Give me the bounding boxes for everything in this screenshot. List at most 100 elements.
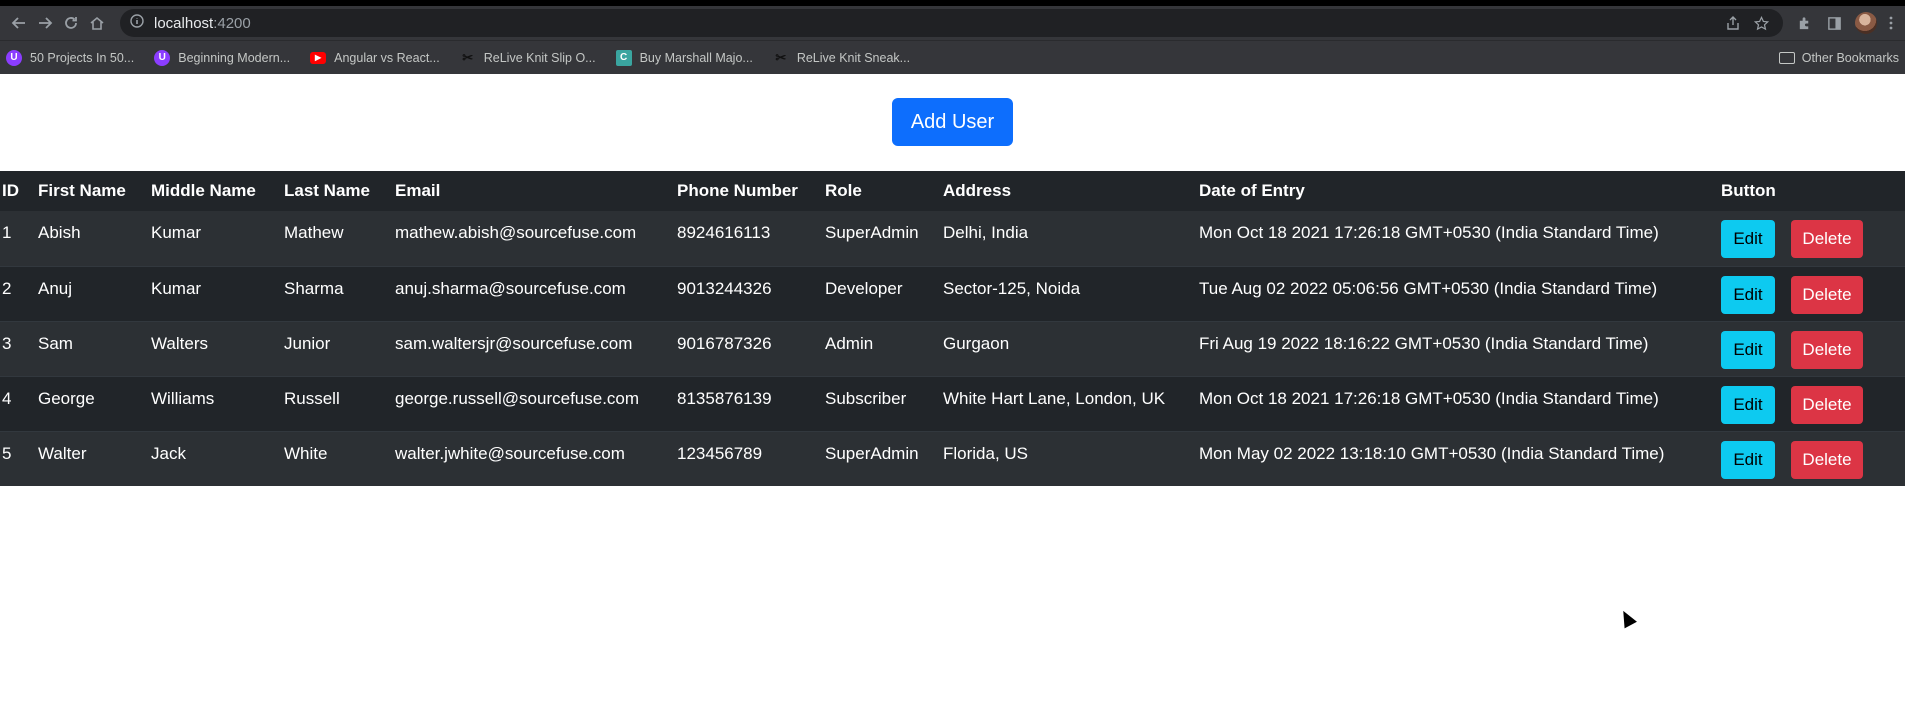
add-user-button[interactable]: Add User: [891, 98, 1014, 146]
header-date-of-entry: Date of Entry: [1199, 181, 1305, 200]
page-content: Add User ID First Name Middle Name Last …: [0, 74, 1905, 708]
site-info-icon[interactable]: [130, 14, 144, 32]
header-address: Address: [943, 181, 1012, 200]
back-arrow-icon[interactable]: [6, 10, 32, 36]
side-panel-icon[interactable]: [1819, 10, 1849, 36]
youtube-icon: ▶: [310, 51, 327, 64]
bookmark-label: ReLive Knit Sneak...: [796, 50, 911, 65]
menu-kebab-icon[interactable]: [1883, 10, 1899, 36]
cell-email: sam.waltersjr@sourcefuse.com: [393, 320, 675, 376]
bookmarks-bar: U 50 Projects In 50... U Beginning Moder…: [0, 40, 1905, 74]
cell-address: White Hart Lane, London, UK: [941, 375, 1197, 431]
cell-middle-name: Kumar: [151, 223, 202, 242]
users-table: ID First Name Middle Name Last Name Emai…: [0, 171, 1905, 486]
bookmark-label: Buy Marshall Majo...: [639, 50, 753, 65]
delete-button[interactable]: Delete: [1791, 220, 1863, 258]
profile-avatar[interactable]: [1855, 12, 1877, 34]
edit-button[interactable]: Edit: [1721, 275, 1775, 314]
other-bookmarks[interactable]: Other Bookmarks: [1778, 50, 1899, 65]
edit-button[interactable]: Edit: [1721, 440, 1775, 479]
edit-button[interactable]: Edit: [1721, 220, 1775, 258]
share-icon[interactable]: [1721, 11, 1745, 35]
cell-date: Mon Oct 18 2021 17:26:18 GMT+0530 (India…: [1199, 223, 1659, 242]
cell-email: walter.jwhite@sourcefuse.com: [393, 430, 675, 486]
cell-phone: 9016787326: [675, 320, 823, 376]
url-port: :4200: [213, 14, 251, 32]
cell-buttons: Edit Delete: [1719, 375, 1905, 431]
folder-icon: [1778, 51, 1795, 64]
cell-phone: 9013244326: [675, 265, 823, 321]
cell-id: 2: [0, 265, 36, 321]
cell-date: Mon May 02 2022 13:18:10 GMT+0530 (India…: [1197, 430, 1719, 486]
cell-last-name: Russell: [282, 375, 393, 431]
cell-buttons: Edit Delete: [1719, 430, 1905, 486]
delete-button[interactable]: Delete: [1791, 275, 1863, 314]
table-row: 2 Anuj Kumar Sharma anuj.sharma@sourcefu…: [0, 265, 1905, 321]
cell-first-name: Sam: [36, 320, 149, 376]
header-role: Role: [825, 181, 862, 200]
cell-buttons: Edit Delete: [1719, 211, 1905, 266]
bookmark-item[interactable]: ✂ ReLive Knit Slip O...: [460, 49, 596, 66]
add-user-container: Add User: [0, 74, 1905, 171]
url-host: localhost: [154, 14, 214, 32]
cell-role: Admin: [823, 320, 941, 376]
cell-date: Mon Oct 18 2021 17:26:18 GMT+0530 (India…: [1197, 375, 1719, 431]
browser-toolbar: localhost:4200: [0, 6, 1905, 40]
cell-email: anuj.sharma@sourcefuse.com: [393, 265, 675, 321]
header-first-name: First Name: [38, 181, 126, 200]
table-header-row: ID First Name Middle Name Last Name Emai…: [0, 171, 1905, 211]
reload-icon[interactable]: [58, 10, 84, 36]
cell-email: mathew.abish@sourcefuse.com: [395, 223, 637, 242]
bookmark-star-icon[interactable]: [1749, 11, 1773, 35]
header-button: Button: [1721, 181, 1776, 200]
bookmark-favicon-icon: ✂: [462, 49, 474, 65]
cell-address: Florida, US: [941, 430, 1197, 486]
cell-id: 5: [0, 430, 36, 486]
cell-last-name: Sharma: [282, 265, 393, 321]
cell-address: Sector-125, Noida: [941, 265, 1197, 321]
cell-middle-name: Williams: [149, 375, 282, 431]
cell-phone: 123456789: [675, 430, 823, 486]
cell-id: 1: [2, 223, 12, 242]
cell-role: SuperAdmin: [823, 430, 941, 486]
header-email: Email: [395, 181, 441, 200]
cell-middle-name: Kumar: [149, 265, 282, 321]
header-phone-number: Phone Number: [677, 181, 798, 200]
mouse-cursor-icon: [1617, 607, 1637, 629]
table-row: 3 Sam Walters Junior sam.waltersjr@sourc…: [0, 320, 1905, 376]
bookmark-item[interactable]: ▶ Angular vs React...: [310, 51, 440, 65]
bookmark-label: Beginning Modern...: [178, 50, 291, 65]
cell-date: Fri Aug 19 2022 18:16:22 GMT+0530 (India…: [1197, 320, 1719, 376]
delete-button[interactable]: Delete: [1791, 330, 1863, 369]
cell-first-name: Walter: [36, 430, 149, 486]
cell-id: 3: [0, 320, 36, 376]
cell-phone: 8924616113: [677, 223, 771, 242]
cell-role: SuperAdmin: [825, 223, 919, 242]
forward-arrow-icon[interactable]: [32, 10, 58, 36]
other-bookmarks-label: Other Bookmarks: [1801, 50, 1899, 65]
delete-button[interactable]: Delete: [1791, 440, 1863, 479]
cell-first-name: George: [36, 375, 149, 431]
bookmark-favicon-icon: U: [6, 49, 22, 66]
bookmark-favicon-icon: C: [615, 49, 632, 66]
cell-buttons: Edit Delete: [1719, 265, 1905, 321]
delete-button[interactable]: Delete: [1791, 385, 1863, 424]
home-icon[interactable]: [84, 10, 110, 36]
edit-button[interactable]: Edit: [1721, 385, 1775, 424]
cell-date: Tue Aug 02 2022 05:06:56 GMT+0530 (India…: [1197, 265, 1719, 321]
cell-role: Developer: [823, 265, 941, 321]
bookmark-label: ReLive Knit Slip O...: [483, 50, 596, 65]
address-bar[interactable]: localhost:4200: [120, 9, 1783, 37]
header-id: ID: [2, 181, 19, 200]
table-row: 1 Abish Kumar Mathew mathew.abish@source…: [0, 211, 1905, 266]
bookmark-item[interactable]: U 50 Projects In 50...: [6, 49, 135, 66]
cell-last-name: Junior: [282, 320, 393, 376]
edit-button[interactable]: Edit: [1721, 330, 1775, 369]
bookmark-label: 50 Projects In 50...: [30, 50, 135, 65]
extensions-icon[interactable]: [1789, 10, 1819, 36]
bookmark-item[interactable]: C Buy Marshall Majo...: [615, 49, 753, 66]
bookmark-item[interactable]: U Beginning Modern...: [154, 49, 291, 66]
bookmark-item[interactable]: ✂ ReLive Knit Sneak...: [773, 50, 910, 66]
cell-role: Subscriber: [823, 375, 941, 431]
cell-address: Gurgaon: [941, 320, 1197, 376]
